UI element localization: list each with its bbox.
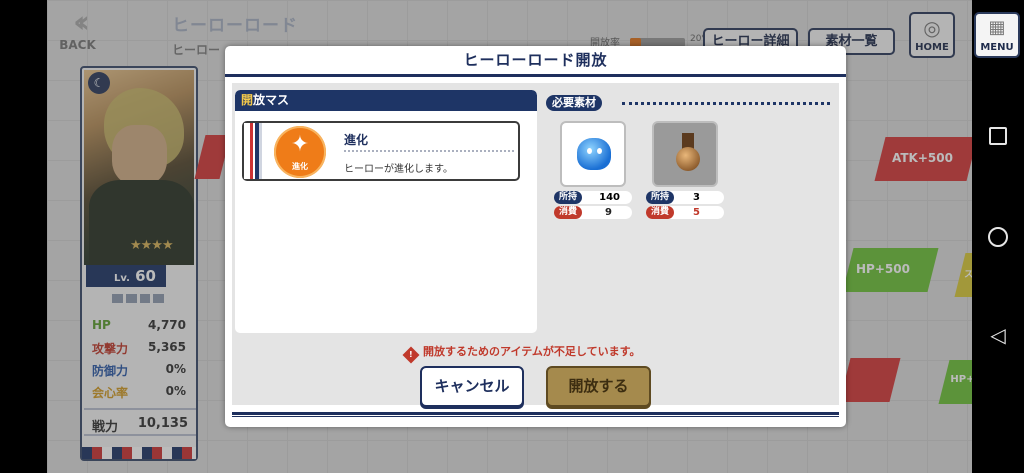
card-divider: [344, 150, 514, 152]
dialog-bottom-rule: [232, 412, 839, 417]
material-item-medal[interactable]: [652, 121, 718, 187]
insufficient-warning: ! 開放するためのアイテムが不足しています。: [402, 343, 641, 364]
use-tag: 消費: [646, 206, 674, 219]
evolution-icon: ✦ 進化: [274, 126, 326, 178]
material-use-row: 消費 5: [646, 206, 724, 219]
materials-header: 必要素材: [546, 95, 602, 111]
menu-label: MENU: [980, 42, 1014, 53]
blue-creature-icon: [577, 138, 611, 170]
card-title: 進化: [344, 133, 369, 147]
creature-eye: [597, 148, 602, 154]
card-color-band: [244, 123, 262, 179]
menu-grid-icon: ▦: [988, 17, 1006, 38]
evolution-icon-caption: 進化: [292, 162, 308, 171]
evolution-star-icon: ✦: [290, 132, 310, 157]
own-count: 140: [599, 192, 620, 203]
android-nav-bar: ▦ MENU ◁: [972, 0, 1024, 473]
material-own-row: 所持 3: [646, 191, 724, 204]
own-tag: 所持: [646, 191, 674, 204]
bronze-medal-icon: [676, 147, 700, 171]
own-count: 3: [693, 192, 700, 203]
cancel-button[interactable]: キャンセル: [420, 366, 524, 407]
menu-button-visible[interactable]: ▦ MENU: [974, 12, 1020, 58]
material-use-row: 消費 9: [554, 206, 632, 219]
card-description: ヒーローが進化します。: [344, 164, 453, 175]
use-count: 9: [605, 207, 612, 218]
home-nav-button[interactable]: [988, 227, 1008, 247]
open-button[interactable]: 開放する: [546, 366, 651, 407]
dialog-title: ヒーローロード開放: [225, 46, 846, 77]
own-tag: 所持: [554, 191, 582, 204]
back-nav-button[interactable]: ◁: [985, 322, 1011, 348]
open-cell-panel: 開放マス ✦ 進化 進化 ヒーローが進化します。: [235, 90, 537, 333]
material-own-row: 所持 140: [554, 191, 632, 204]
open-cell-header-rest: 放マス: [253, 93, 290, 107]
evolution-card[interactable]: ✦ 進化 進化 ヒーローが進化します。: [242, 121, 520, 181]
materials-divider: [622, 102, 830, 105]
road-open-dialog: ヒーローロード開放 開放マス ✦ 進化 進化 ヒーローが進化します。 必要素材: [225, 46, 846, 427]
material-item-blue[interactable]: [560, 121, 626, 187]
open-cell-header: 開放マス: [235, 90, 537, 111]
warning-icon: !: [402, 346, 420, 364]
use-tag: 消費: [554, 206, 582, 219]
warning-text: 開放するためのアイテムが不足しています。: [423, 345, 641, 358]
recents-button[interactable]: [989, 127, 1007, 145]
creature-eye: [587, 148, 592, 154]
game-screen: ‹‹ BACK ヒーローロード ヒーロー 開放率 20% ヒーロー詳細 素材一覧…: [0, 0, 1024, 473]
open-cell-header-highlight: 開: [241, 93, 254, 107]
use-count: 5: [693, 207, 700, 218]
